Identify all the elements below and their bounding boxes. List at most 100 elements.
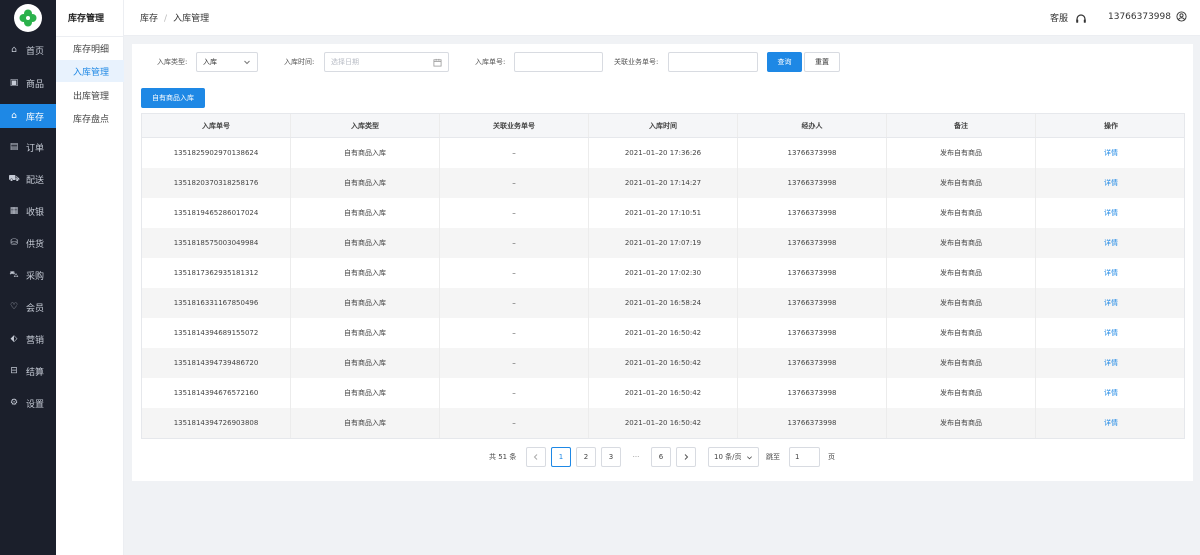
- nav-item-label: 营销: [26, 335, 45, 346]
- inbound-time-cell: 2021–01–20 17:10:51: [589, 198, 738, 228]
- page-last[interactable]: 6: [651, 447, 671, 467]
- page-button[interactable]: 2: [576, 447, 596, 467]
- detail-link[interactable]: 详情: [1036, 228, 1186, 258]
- jump-label: 跳至: [766, 453, 780, 461]
- nav-item-settle[interactable]: ⊟ 结算: [0, 359, 56, 383]
- warehouse-icon: ⌂: [11, 111, 17, 121]
- related-no-input[interactable]: [668, 52, 758, 72]
- nav-item-label: 首页: [26, 46, 45, 57]
- search-button[interactable]: 查询: [767, 52, 802, 72]
- customer-service-link[interactable]: 客服: [1050, 11, 1087, 25]
- submenu-item[interactable]: 库存盘点: [56, 107, 124, 129]
- inbound-type-cell: 自有商品入库: [291, 228, 440, 258]
- top-bar: 库存 / 入库管理 客服 13766373998: [124, 0, 1200, 36]
- inbound-type-cell: 自有商品入库: [291, 408, 440, 438]
- date-picker[interactable]: 选择日期: [324, 52, 449, 72]
- member-icon: ♡: [9, 302, 19, 312]
- breadcrumb-root[interactable]: 库存: [140, 14, 158, 24]
- chevron-down-icon: [747, 455, 752, 459]
- nav-item-supply[interactable]: ⛁ 供货: [0, 231, 56, 255]
- column-header: 入库类型: [291, 114, 440, 137]
- related-no-label: 关联业务单号:: [614, 58, 659, 66]
- settle-icon: ⊟: [10, 366, 18, 376]
- nav-item-label: 配送: [26, 175, 45, 186]
- detail-link[interactable]: 详情: [1036, 258, 1186, 288]
- remark-cell: 发布自有商品: [887, 228, 1036, 258]
- inbound-type-cell: 自有商品入库: [291, 288, 440, 318]
- total-count: 共 51 条: [489, 453, 517, 461]
- reset-button[interactable]: 重置: [804, 52, 840, 72]
- inbound-time-cell: 2021–01–20 17:14:27: [589, 168, 738, 198]
- inbound-type-cell: 自有商品入库: [291, 198, 440, 228]
- inbound-no-cell: 1351819465286017024: [142, 198, 291, 228]
- remark-cell: 发布自有商品: [887, 348, 1036, 378]
- jump-input[interactable]: 1: [789, 447, 820, 467]
- logo[interactable]: [14, 4, 42, 32]
- tag-icon: ⬖: [10, 334, 18, 344]
- related-no-cell: –: [440, 228, 589, 258]
- detail-link[interactable]: 详情: [1036, 318, 1186, 348]
- detail-link[interactable]: 详情: [1036, 378, 1186, 408]
- page-button[interactable]: 3: [601, 447, 621, 467]
- prev-page-button[interactable]: [526, 447, 546, 467]
- related-no-cell: –: [440, 378, 589, 408]
- nav-item-goods[interactable]: ▣ 商品: [0, 71, 56, 95]
- user-phone: 13766373998: [1108, 12, 1171, 22]
- nav-item-member[interactable]: ♡ 会员: [0, 295, 56, 319]
- column-header: 入库单号: [142, 114, 291, 137]
- detail-link[interactable]: 详情: [1036, 348, 1186, 378]
- column-header: 关联业务单号: [440, 114, 589, 137]
- remark-cell: 发布自有商品: [887, 318, 1036, 348]
- table-row: 1351817362935181312 自有商品入库 –2021–01–20 17:…: [142, 258, 1184, 288]
- cashier-icon: ▦: [9, 206, 19, 216]
- related-no-cell: –: [440, 348, 589, 378]
- related-no-cell: –: [440, 198, 589, 228]
- remark-cell: 发布自有商品: [887, 138, 1036, 168]
- inbound-time-cell: 2021–01–20 17:07:19: [589, 228, 738, 258]
- inbound-no-cell: 1351825902970138624: [142, 138, 291, 168]
- inbound-type-cell: 自有商品入库: [291, 378, 440, 408]
- submenu-item[interactable]: 入库管理: [56, 60, 124, 82]
- inbound-no-cell: 1351817362935181312: [142, 258, 291, 288]
- content-card: 入库类型: 入库 入库时间: 选择日期 入库单号: 关联业务单号: 查询 重置 …: [132, 44, 1193, 481]
- detail-link[interactable]: 详情: [1036, 288, 1186, 318]
- table-row: 1351814394726903808 自有商品入库 –2021–01–20 16:…: [142, 408, 1184, 438]
- nav-item-home[interactable]: ⌂ 首页: [0, 38, 56, 62]
- add-own-goods-button[interactable]: 自有商品入库: [141, 88, 205, 108]
- table-row: 1351820370318258176 自有商品入库 –2021–01–20 17:…: [142, 168, 1184, 198]
- detail-link[interactable]: 详情: [1036, 198, 1186, 228]
- nav-item-tag[interactable]: ⬖ 营销: [0, 327, 56, 351]
- page-size-select[interactable]: 10 条/页: [708, 447, 759, 467]
- type-select[interactable]: 入库: [196, 52, 258, 72]
- nav-item-cashier[interactable]: ▦ 收银: [0, 199, 56, 223]
- nav-item-gear[interactable]: ⚙ 设置: [0, 391, 56, 415]
- submenu-item[interactable]: 出库管理: [56, 84, 124, 106]
- table-row: 1351814394739486720 自有商品入库 –2021–01–20 16:…: [142, 348, 1184, 378]
- detail-link[interactable]: 详情: [1036, 138, 1186, 168]
- remark-cell: 发布自有商品: [887, 198, 1036, 228]
- date-placeholder: 选择日期: [331, 58, 359, 66]
- operator-cell: 13766373998: [738, 228, 887, 258]
- operator-cell: 13766373998: [738, 408, 887, 438]
- next-page-button[interactable]: [676, 447, 696, 467]
- inbound-no-cell: 1351814394676572160: [142, 378, 291, 408]
- inbound-no-input[interactable]: [514, 52, 603, 72]
- detail-link[interactable]: 详情: [1036, 408, 1186, 438]
- operator-cell: 13766373998: [738, 288, 887, 318]
- nav-item-warehouse[interactable]: ⌂ 库存: [0, 104, 56, 128]
- cart-icon: ⛍: [9, 269, 19, 280]
- nav-item-delivery[interactable]: ⛟ 配送: [0, 167, 56, 191]
- nav-item-label: 采购: [26, 271, 45, 282]
- inbound-no-cell: 1351818575003049984: [142, 228, 291, 258]
- detail-link[interactable]: 详情: [1036, 168, 1186, 198]
- operator-cell: 13766373998: [738, 198, 887, 228]
- nav-item-cart[interactable]: ⛍ 采购: [0, 263, 56, 287]
- inbound-time-cell: 2021–01–20 16:50:42: [589, 318, 738, 348]
- submenu-item[interactable]: 库存明细: [56, 37, 124, 59]
- page-button[interactable]: 1: [551, 447, 571, 467]
- related-no-cell: –: [440, 168, 589, 198]
- operator-cell: 13766373998: [738, 348, 887, 378]
- nav-item-order[interactable]: ▤ 订单: [0, 135, 56, 159]
- user-account[interactable]: 13766373998: [1108, 11, 1187, 22]
- supply-icon: ⛁: [10, 238, 18, 248]
